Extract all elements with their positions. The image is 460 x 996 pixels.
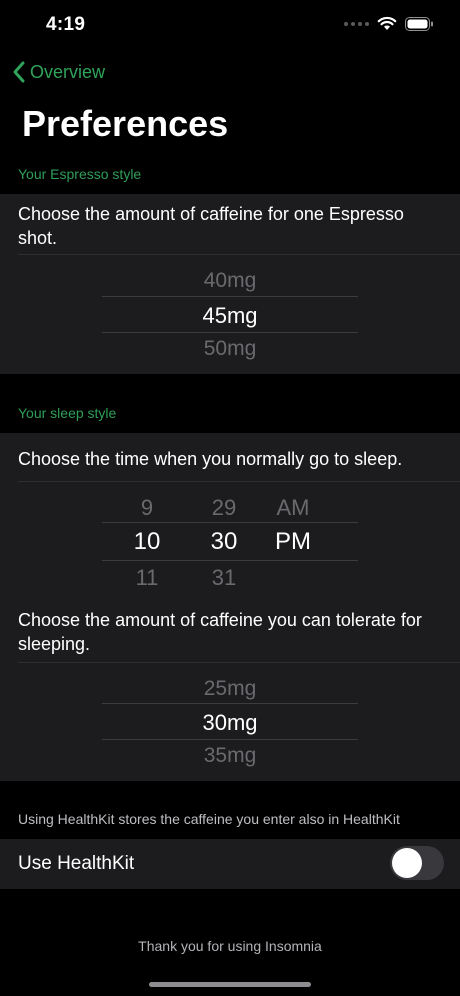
- sleep-time-picker[interactable]: 9 10 11 29 30 31 AM PM: [102, 487, 358, 591]
- picker-selection-top-line: [102, 296, 358, 297]
- status-time: 4:19: [46, 14, 86, 35]
- picker-selection-bottom-line: [102, 739, 358, 740]
- cellular-signal-icon: [344, 21, 369, 26]
- minute-option-above[interactable]: 29: [199, 495, 249, 521]
- espresso-amount-picker[interactable]: 40mg 45mg 50mg: [102, 257, 358, 369]
- chevron-left-icon: [13, 61, 25, 83]
- minute-option-below[interactable]: 31: [199, 565, 249, 591]
- picker-option-selected[interactable]: 30mg: [102, 710, 358, 736]
- picker-option-selected[interactable]: 45mg: [102, 303, 358, 329]
- hour-option-above[interactable]: 9: [122, 495, 172, 521]
- wifi-icon: [377, 16, 397, 30]
- picker-selection-top-line: [102, 522, 358, 523]
- battery-icon: [405, 16, 433, 31]
- period-option-selected[interactable]: PM: [268, 528, 318, 556]
- picker-option-below[interactable]: 35mg: [102, 744, 358, 768]
- picker-option-above[interactable]: 25mg: [102, 677, 358, 701]
- sleep-tolerance-description: Choose the amount of caffeine you can to…: [18, 610, 422, 654]
- divider: [18, 481, 460, 482]
- hour-option-selected[interactable]: 10: [122, 528, 172, 556]
- espresso-description: Choose the amount of caffeine for one Es…: [18, 204, 404, 248]
- page-title: Preferences: [22, 103, 229, 144]
- back-button[interactable]: Overview: [12, 60, 105, 84]
- healthkit-toggle[interactable]: [390, 846, 444, 880]
- status-icons: [344, 16, 434, 31]
- divider: [18, 662, 460, 663]
- healthkit-label: Use HealthKit: [18, 853, 135, 874]
- sleep-card: Choose the time when you normally go to …: [0, 433, 460, 781]
- picker-option-below[interactable]: 50mg: [102, 337, 358, 361]
- picker-selection-top-line: [102, 703, 358, 704]
- divider: [18, 254, 460, 255]
- back-button-label: Overview: [30, 61, 106, 82]
- healthkit-note: Using HealthKit stores the caffeine you …: [18, 811, 400, 827]
- home-indicator[interactable]: [149, 982, 311, 987]
- picker-selection-bottom-line: [102, 332, 358, 333]
- picker-option-above[interactable]: 40mg: [102, 269, 358, 293]
- period-option-above[interactable]: AM: [268, 495, 318, 521]
- footer-thanks: Thank you for using Insomnia: [138, 938, 322, 954]
- sleep-caffeine-picker[interactable]: 25mg 30mg 35mg: [102, 665, 358, 777]
- picker-selection-bottom-line: [102, 560, 358, 561]
- hour-option-below[interactable]: 11: [122, 565, 172, 591]
- section-header-espresso: Your Espresso style: [18, 166, 142, 182]
- espresso-card: Choose the amount of caffeine for one Es…: [0, 194, 460, 374]
- sleep-time-description: Choose the time when you normally go to …: [18, 449, 403, 469]
- minute-option-selected[interactable]: 30: [199, 528, 249, 556]
- section-header-sleep: Your sleep style: [18, 405, 117, 421]
- toggle-knob: [392, 848, 422, 878]
